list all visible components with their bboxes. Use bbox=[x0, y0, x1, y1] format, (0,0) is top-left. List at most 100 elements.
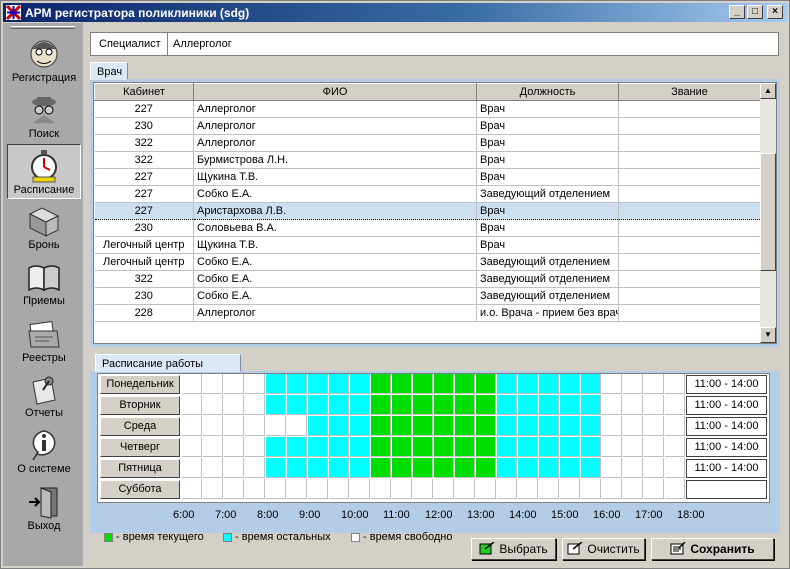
schedule-slot[interactable] bbox=[665, 458, 685, 478]
schedule-slot[interactable] bbox=[266, 458, 286, 478]
schedule-slot[interactable] bbox=[266, 374, 286, 394]
schedule-slot[interactable] bbox=[497, 479, 517, 499]
schedule-slot[interactable] bbox=[665, 437, 685, 457]
schedule-slot[interactable] bbox=[539, 395, 559, 415]
schedule-slot[interactable] bbox=[350, 395, 370, 415]
schedule-slot[interactable] bbox=[623, 416, 643, 436]
schedule-slot[interactable] bbox=[539, 458, 559, 478]
schedule-slot[interactable] bbox=[182, 479, 202, 499]
schedule-slot[interactable] bbox=[455, 458, 475, 478]
schedule-slot[interactable] bbox=[224, 395, 244, 415]
schedule-slot[interactable] bbox=[497, 416, 517, 436]
schedule-slot[interactable] bbox=[392, 374, 412, 394]
table-row[interactable]: 322 Бурмистрова Л.Н. Врач bbox=[94, 151, 761, 169]
schedule-slot[interactable] bbox=[455, 479, 475, 499]
schedule-slot[interactable] bbox=[203, 437, 223, 457]
table-row[interactable]: 227 Щукина Т.В. Врач bbox=[94, 168, 761, 186]
table-row[interactable]: Легочный центр Щукина Т.В. Врач bbox=[94, 236, 761, 254]
specialist-field[interactable]: Специалист Аллерголог bbox=[90, 32, 779, 56]
sidebar-item-about[interactable]: О системе bbox=[7, 424, 81, 479]
schedule-slot[interactable] bbox=[266, 437, 286, 457]
schedule-slot[interactable] bbox=[182, 416, 202, 436]
schedule-slot[interactable] bbox=[518, 395, 538, 415]
schedule-slot[interactable] bbox=[329, 458, 349, 478]
day-label[interactable]: Среда bbox=[100, 417, 180, 436]
schedule-slot[interactable] bbox=[392, 458, 412, 478]
schedule-slot[interactable] bbox=[308, 374, 328, 394]
schedule-slot[interactable] bbox=[245, 479, 265, 499]
schedule-slot[interactable] bbox=[245, 416, 265, 436]
schedule-slot[interactable] bbox=[308, 416, 328, 436]
schedule-slot[interactable] bbox=[308, 395, 328, 415]
schedule-slot[interactable] bbox=[413, 395, 433, 415]
schedule-slot[interactable] bbox=[623, 458, 643, 478]
schedule-slot[interactable] bbox=[434, 416, 454, 436]
schedule-slot[interactable] bbox=[350, 374, 370, 394]
schedule-slot[interactable] bbox=[245, 374, 265, 394]
schedule-slot[interactable] bbox=[308, 437, 328, 457]
schedule-slot[interactable] bbox=[455, 416, 475, 436]
schedule-slot[interactable] bbox=[518, 479, 538, 499]
table-row[interactable]: 228 Аллерголог и.о. Врача - прием без врач bbox=[94, 304, 761, 322]
schedule-slot[interactable] bbox=[476, 416, 496, 436]
schedule-slot[interactable] bbox=[413, 437, 433, 457]
schedule-slot[interactable] bbox=[602, 374, 622, 394]
schedule-slot[interactable] bbox=[203, 458, 223, 478]
schedule-slot[interactable] bbox=[434, 374, 454, 394]
sidebar-item-exit[interactable]: Выход bbox=[7, 481, 81, 536]
tab-doctor-schedule[interactable]: Расписание работы врача bbox=[95, 354, 241, 382]
schedule-slot[interactable] bbox=[350, 458, 370, 478]
schedule-slot[interactable] bbox=[560, 395, 580, 415]
sidebar-item-search[interactable]: Поиск bbox=[7, 89, 81, 144]
schedule-slot[interactable] bbox=[350, 479, 370, 499]
schedule-slot[interactable] bbox=[644, 374, 664, 394]
schedule-slot[interactable] bbox=[455, 374, 475, 394]
scroll-up-button[interactable]: ▲ bbox=[760, 83, 776, 99]
schedule-slot[interactable] bbox=[665, 416, 685, 436]
schedule-slot[interactable] bbox=[539, 416, 559, 436]
schedule-slot[interactable] bbox=[434, 437, 454, 457]
save-button[interactable]: Сохранить bbox=[651, 538, 774, 560]
schedule-slot[interactable] bbox=[539, 479, 559, 499]
schedule-slot[interactable] bbox=[224, 479, 244, 499]
schedule-slot[interactable] bbox=[644, 479, 664, 499]
sidebar-item-registries[interactable]: Реестры bbox=[7, 313, 81, 368]
schedule-slot[interactable] bbox=[602, 395, 622, 415]
day-label[interactable]: Вторник bbox=[100, 396, 180, 415]
sidebar-item-schedule[interactable]: Расписание bbox=[7, 144, 81, 199]
scroll-down-button[interactable]: ▼ bbox=[760, 327, 776, 343]
table-row[interactable]: 322 Аллерголог Врач bbox=[94, 134, 761, 152]
schedule-slot[interactable] bbox=[392, 395, 412, 415]
schedule-slot[interactable] bbox=[329, 416, 349, 436]
schedule-slot[interactable] bbox=[518, 437, 538, 457]
schedule-slot[interactable] bbox=[413, 479, 433, 499]
schedule-slot[interactable] bbox=[203, 416, 223, 436]
schedule-slot[interactable] bbox=[392, 416, 412, 436]
schedule-slot[interactable] bbox=[497, 395, 517, 415]
column-header-name[interactable]: ФИО bbox=[193, 83, 477, 101]
schedule-slot[interactable] bbox=[287, 416, 307, 436]
schedule-slot[interactable] bbox=[266, 479, 286, 499]
schedule-slot[interactable] bbox=[455, 437, 475, 457]
table-row[interactable]: 227 Аллерголог Врач bbox=[94, 100, 761, 118]
select-button[interactable]: Выбрать bbox=[471, 538, 556, 560]
schedule-slot[interactable] bbox=[497, 374, 517, 394]
sidebar-item-reports[interactable]: Отчеты bbox=[7, 368, 81, 423]
schedule-slot[interactable] bbox=[287, 437, 307, 457]
day-label[interactable]: Суббота bbox=[100, 480, 180, 499]
vertical-scrollbar[interactable]: ▲ ▼ bbox=[760, 83, 776, 343]
schedule-slot[interactable] bbox=[413, 416, 433, 436]
schedule-slot[interactable] bbox=[203, 395, 223, 415]
table-row[interactable]: 322 Собко Е.А. Заведующий отделением bbox=[94, 270, 761, 288]
table-row[interactable]: Легочный центр Собко Е.А. Заведующий отдел… bbox=[94, 253, 761, 271]
schedule-slot[interactable] bbox=[581, 374, 601, 394]
schedule-slot[interactable] bbox=[623, 437, 643, 457]
schedule-slot[interactable] bbox=[623, 395, 643, 415]
schedule-slot[interactable] bbox=[392, 437, 412, 457]
schedule-slot[interactable] bbox=[644, 395, 664, 415]
schedule-slot[interactable] bbox=[602, 437, 622, 457]
schedule-slot[interactable] bbox=[245, 395, 265, 415]
schedule-slot[interactable] bbox=[476, 395, 496, 415]
schedule-slot[interactable] bbox=[644, 437, 664, 457]
schedule-slot[interactable] bbox=[434, 395, 454, 415]
